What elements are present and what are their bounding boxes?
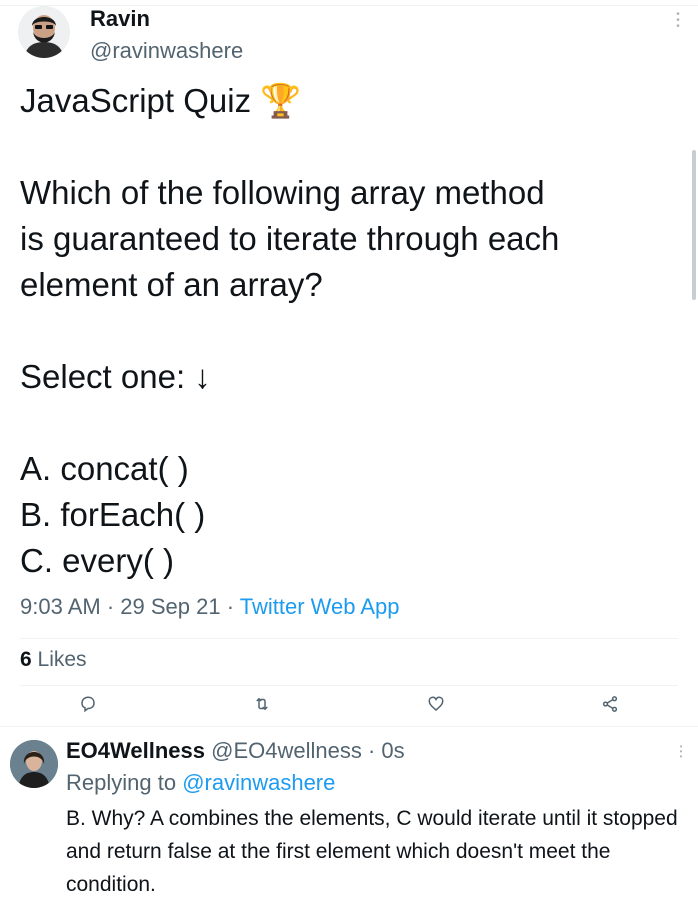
likes-label: Likes	[37, 648, 87, 671]
author-name[interactable]: Ravin	[90, 6, 150, 32]
reply-time[interactable]: 0s	[381, 738, 404, 763]
reply-author-avatar[interactable]	[10, 740, 58, 788]
author-handle[interactable]: @ravinwashere	[90, 38, 243, 64]
reply-header: EO4Wellness @EO4wellness · 0s	[66, 738, 405, 764]
tweet-date[interactable]: 29 Sep 21	[120, 594, 220, 619]
divider	[0, 726, 698, 727]
meta-separator: ·	[361, 738, 382, 763]
reply-author-name[interactable]: EO4Wellness	[66, 738, 205, 763]
scrollbar[interactable]	[692, 150, 696, 300]
tweet-actions	[0, 692, 698, 722]
tweet-meta: 9:03 AM · 29 Sep 21 · Twitter Web App	[20, 594, 400, 620]
likes-stat[interactable]: 6 Likes	[20, 648, 87, 672]
reply-text: B. Why? A combines the elements, C would…	[66, 807, 678, 896]
share-icon[interactable]	[598, 692, 622, 716]
reply-author-handle[interactable]: @EO4wellness	[211, 738, 362, 763]
replying-to: Replying to @ravinwashere	[66, 770, 335, 796]
tweet-time[interactable]: 9:03 AM	[20, 594, 101, 619]
meta-separator: ·	[100, 594, 121, 619]
divider	[20, 685, 678, 686]
meta-separator: ·	[220, 594, 240, 619]
more-options-icon[interactable]: • • •	[672, 10, 684, 32]
author-avatar[interactable]	[18, 6, 70, 58]
tweet-text: JavaScript Quiz 🏆 Which of the following…	[20, 82, 560, 579]
likes-count: 6	[20, 648, 32, 671]
tweet-source-app[interactable]: Twitter Web App	[240, 594, 400, 619]
replying-to-handle[interactable]: @ravinwashere	[182, 770, 335, 795]
retweet-icon[interactable]	[250, 692, 274, 716]
divider	[20, 638, 678, 639]
reply-icon[interactable]	[76, 692, 100, 716]
reply-more-options-icon[interactable]: • • •	[676, 743, 686, 761]
like-icon[interactable]	[424, 692, 448, 716]
replying-to-label: Replying to	[66, 770, 183, 795]
